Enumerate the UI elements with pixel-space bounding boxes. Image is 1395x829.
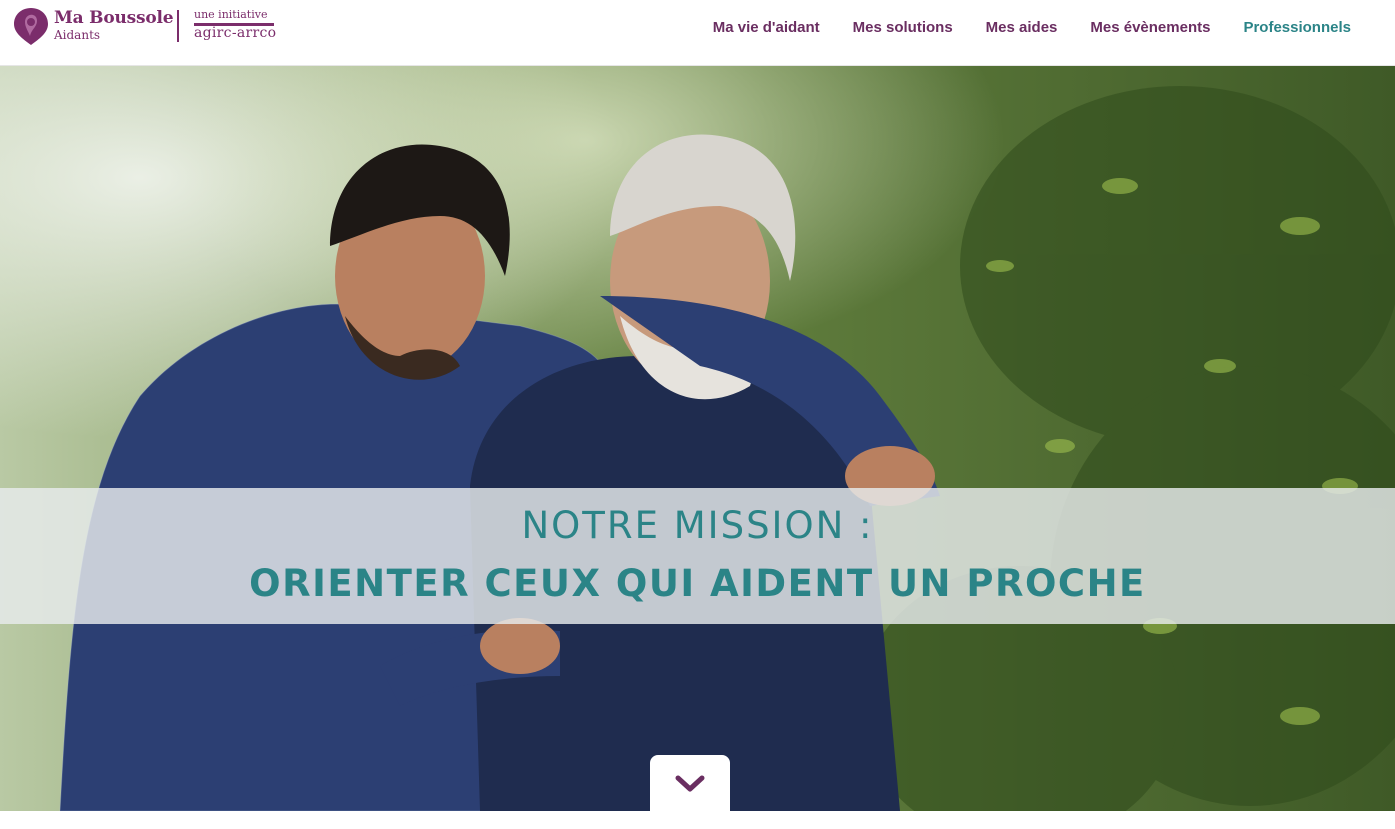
- map-pin-icon: [14, 8, 48, 45]
- logo-divider: [177, 10, 179, 42]
- nav-item-ma-vie-d-aidant[interactable]: Ma vie d'aidant: [713, 19, 820, 36]
- mission-title: NOTRE MISSION :: [521, 504, 874, 547]
- nav-item-professionnels[interactable]: Professionnels: [1243, 19, 1351, 36]
- brand-title: Ma Boussole: [54, 8, 174, 28]
- mission-banner: NOTRE MISSION : ORIENTER CEUX QUI AIDENT…: [0, 488, 1395, 624]
- nav-item-mes-solutions[interactable]: Mes solutions: [853, 19, 953, 36]
- initiative-logo[interactable]: une initiative agirc-arrco: [194, 8, 276, 41]
- main-nav: Ma vie d'aidant Mes solutions Mes aides …: [680, 0, 1351, 54]
- hero-photo: [0, 66, 1395, 811]
- nav-item-mes-aides[interactable]: Mes aides: [986, 19, 1058, 36]
- hero-section: NOTRE MISSION : ORIENTER CEUX QUI AIDENT…: [0, 66, 1395, 811]
- scroll-down-button[interactable]: [650, 755, 730, 813]
- initiative-name: agirc-arrco: [194, 25, 277, 41]
- chevron-down-icon: [675, 775, 705, 792]
- brand-subtitle: Aidants: [54, 28, 101, 42]
- page-bottom: [0, 811, 1395, 829]
- site-logo[interactable]: Ma Boussole Aidants: [11, 6, 174, 46]
- mission-subtitle: ORIENTER CEUX QUI AIDENT UN PROCHE: [249, 562, 1146, 605]
- nav-item-mes-evenements[interactable]: Mes évènements: [1090, 19, 1210, 36]
- site-header: Ma Boussole Aidants une initiative agirc…: [0, 0, 1395, 66]
- initiative-label: une initiative: [194, 8, 268, 21]
